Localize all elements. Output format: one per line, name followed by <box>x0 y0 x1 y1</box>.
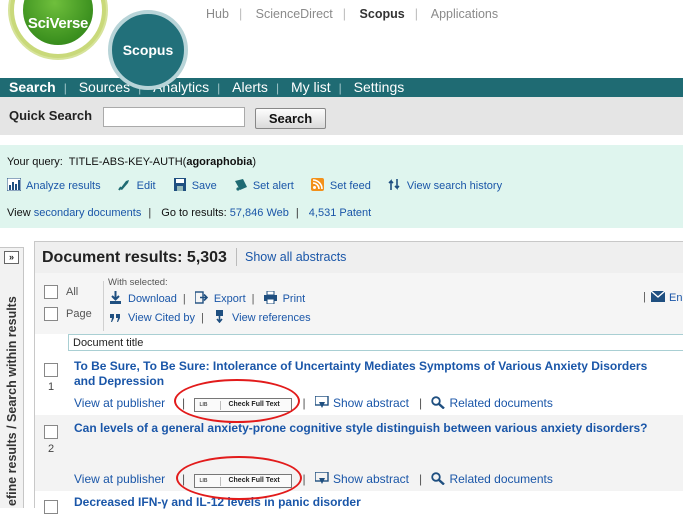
view-label: View <box>7 207 31 219</box>
result-row: 2 Can levels of a general anxiety-prone … <box>35 415 683 491</box>
query-label: Your query: <box>7 156 63 168</box>
result-number: 2 <box>48 443 55 455</box>
quote-icon <box>110 314 120 322</box>
top-link-sciencedirect[interactable]: ScienceDirect <box>256 7 333 21</box>
result-actions: View at publisher | LIB Check Full Text | S… <box>74 396 553 412</box>
goto-results-label: Go to results: <box>161 207 227 219</box>
result-title-link[interactable]: Can levels of a general anxiety-prone co… <box>74 421 669 436</box>
quick-search-label: Quick Search <box>9 108 93 123</box>
select-page-checkbox[interactable] <box>44 307 58 321</box>
print-button[interactable]: Print <box>263 291 305 305</box>
alert-bell-icon <box>234 179 247 191</box>
top-links: Hub | ScienceDirect | Scopus | Applications <box>206 7 499 21</box>
query-tools: Analyze results Edit Save Set alert Set … <box>7 178 516 192</box>
show-abstract-link[interactable]: Show abstract <box>314 396 409 410</box>
edit-arrow-icon <box>117 180 129 191</box>
references-icon <box>215 310 223 323</box>
secondary-line: View secondary documents | Go to results:… <box>7 207 372 219</box>
library-logo-icon: LIB <box>199 477 222 486</box>
library-logo-icon: LIB <box>199 401 222 410</box>
view-at-publisher-link[interactable]: View at publisher <box>74 396 182 410</box>
result-row: Decreased IFN-γ and IL-12 levels in pani… <box>35 491 683 514</box>
query-line: Your query: TITLE-ABS-KEY-AUTH(agoraphob… <box>7 156 256 168</box>
query-panel: Your query: TITLE-ABS-KEY-AUTH(agoraphob… <box>0 145 683 228</box>
results-count-title: Document results: 5,303 <box>42 249 227 266</box>
scopus-logo[interactable]: Scopus <box>108 10 188 90</box>
history-arrows-icon <box>388 179 400 190</box>
selected-actions-row2: View Cited by | View references <box>109 310 311 324</box>
result-number: 1 <box>48 381 55 393</box>
export-icon <box>194 291 208 304</box>
related-documents-link[interactable]: Related documents <box>431 396 553 410</box>
patent-results-link[interactable]: 4,531 Patent <box>309 207 371 219</box>
selected-actions-row1: Download | Export | Print <box>109 291 305 305</box>
nav-search[interactable]: Search <box>9 78 56 97</box>
abstract-arrow-icon <box>314 396 329 408</box>
export-button[interactable]: Export <box>194 291 246 305</box>
result-checkbox[interactable] <box>44 500 58 514</box>
main-nav: Search| Sources| Analytics| Alerts| My l… <box>0 78 683 97</box>
result-title-link[interactable]: To Be Sure, To Be Sure: Intolerance of U… <box>74 359 669 389</box>
results-panel: Document results: 5,303 Show all abstrac… <box>34 241 683 514</box>
check-full-text-button[interactable]: LIB Check Full Text <box>194 474 293 488</box>
show-all-abstracts-link[interactable]: Show all abstracts <box>245 250 346 264</box>
rss-feed-icon <box>310 178 324 191</box>
secondary-documents-link[interactable]: secondary documents <box>34 207 142 219</box>
select-page: Page <box>44 307 92 321</box>
view-search-history-link[interactable]: View search history <box>388 178 502 192</box>
save-link[interactable]: Save <box>173 178 217 192</box>
printer-icon <box>263 291 277 304</box>
analyze-results-link[interactable]: Analyze results <box>7 178 101 192</box>
set-alert-link[interactable]: Set alert <box>234 178 294 192</box>
result-actions: View at publisher | LIB Check Full Text | S… <box>74 472 553 488</box>
magnifier-icon <box>431 472 446 485</box>
query-suffix: ) <box>252 156 257 168</box>
nav-alerts[interactable]: Alerts <box>232 78 268 97</box>
query-term: agoraphobia <box>186 156 253 168</box>
result-checkbox[interactable] <box>44 363 58 377</box>
nav-settings[interactable]: Settings <box>354 78 405 97</box>
view-references-button[interactable]: View references <box>213 310 311 324</box>
nav-my-list[interactable]: My list <box>291 78 331 97</box>
floppy-disk-icon <box>173 178 186 191</box>
expand-panel-icon[interactable]: » <box>4 251 19 264</box>
quick-search-input[interactable] <box>103 107 245 127</box>
bar-chart-icon <box>7 178 21 191</box>
sciverse-logo-text: SciVerse <box>27 15 89 32</box>
related-documents-link[interactable]: Related documents <box>431 472 553 486</box>
top-link-scopus[interactable]: Scopus <box>360 7 405 21</box>
web-results-link[interactable]: 57,846 Web <box>230 207 289 219</box>
quick-search-button[interactable]: Search <box>255 108 326 129</box>
refine-results-label: efine results / Search within results <box>5 296 19 506</box>
set-feed-link[interactable]: Set feed <box>310 178 371 192</box>
column-header-document-title[interactable]: Document title <box>68 334 683 351</box>
scopus-logo-text: Scopus <box>122 42 174 58</box>
download-button[interactable]: Download <box>109 291 177 305</box>
edit-link[interactable]: Edit <box>117 178 156 192</box>
show-abstract-link[interactable]: Show abstract <box>314 472 409 486</box>
selection-toolbar: All Page With selected: Download | Expor… <box>35 273 683 334</box>
query-prefix: TITLE-ABS-KEY-AUTH( <box>68 156 187 168</box>
sciverse-logo[interactable]: SciVerse <box>10 0 106 58</box>
magnifier-icon <box>431 396 446 409</box>
refine-results-tab[interactable]: » efine results / Search within results <box>0 247 24 508</box>
email-button[interactable]: En <box>651 291 682 304</box>
select-all-checkbox[interactable] <box>44 285 58 299</box>
select-all: All <box>44 285 78 299</box>
result-row: 1 To Be Sure, To Be Sure: Intolerance of… <box>35 353 683 415</box>
abstract-arrow-icon <box>314 472 329 484</box>
view-at-publisher-link[interactable]: View at publisher <box>74 472 182 486</box>
with-selected-label: With selected: <box>108 277 168 288</box>
email-icon <box>651 291 665 302</box>
view-cited-by-button[interactable]: View Cited by <box>109 310 195 324</box>
logo-area: SciVerse Scopus <box>0 0 200 90</box>
quick-search-bar: Quick Search <box>0 97 683 135</box>
check-full-text-button[interactable]: LIB Check Full Text <box>194 398 293 412</box>
result-checkbox[interactable] <box>44 425 58 439</box>
download-icon <box>110 291 121 304</box>
top-link-hub[interactable]: Hub <box>206 7 229 21</box>
top-link-applications[interactable]: Applications <box>431 7 498 21</box>
results-header: Document results: 5,303 Show all abstrac… <box>35 242 683 273</box>
